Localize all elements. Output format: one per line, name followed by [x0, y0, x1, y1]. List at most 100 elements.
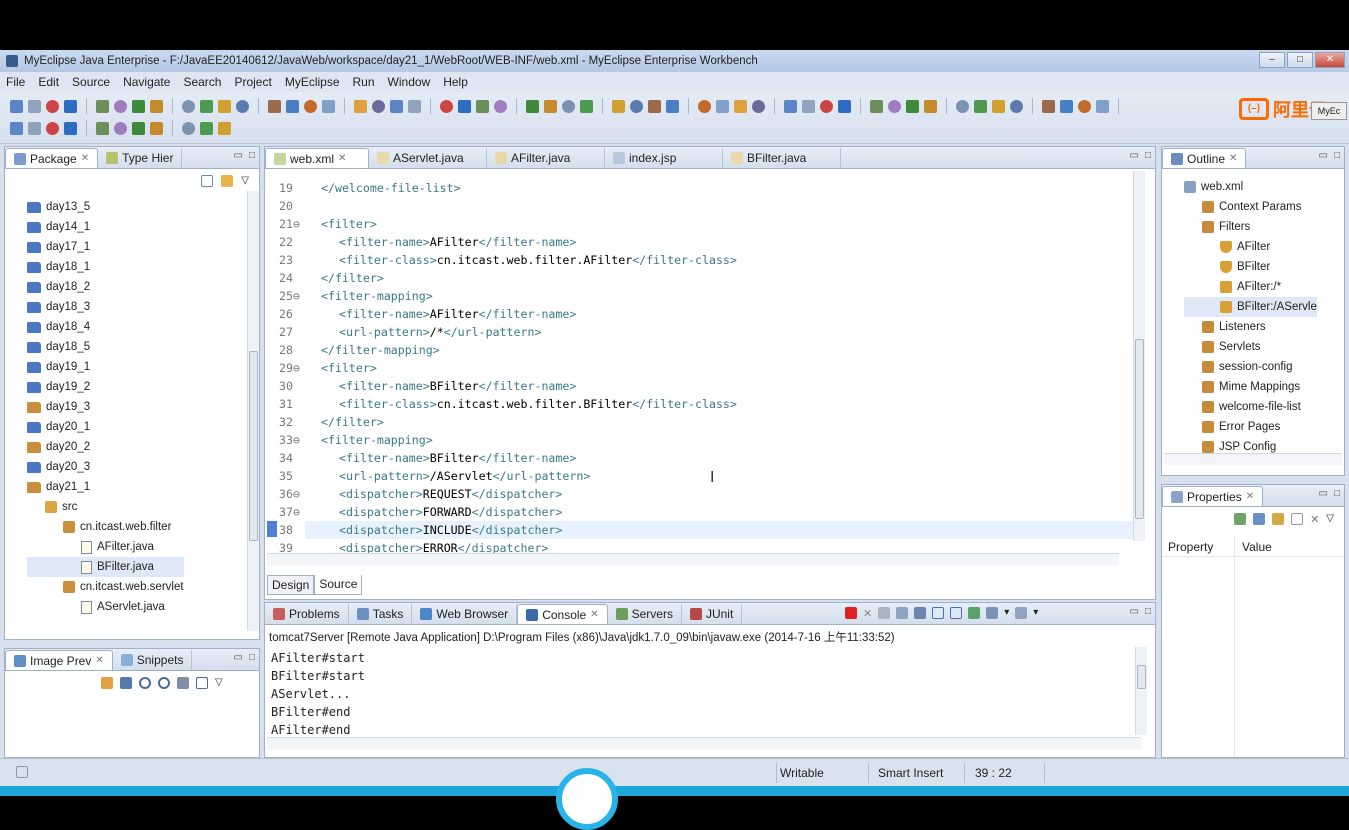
toolbar-row1-tool-41-icon[interactable] [870, 99, 883, 113]
close-tab-icon[interactable]: ✕ [1246, 491, 1254, 502]
toolbar-row1-tool-19-icon[interactable] [390, 99, 403, 113]
outline-item[interactable]: Error Pages [1184, 417, 1317, 437]
toolbar-row1-tool-49-icon[interactable] [1042, 99, 1055, 113]
minimize-view-icon[interactable]: ▭ [234, 652, 243, 663]
remove-launch-icon[interactable]: ✕ [863, 607, 872, 620]
maximize-view-icon[interactable]: □ [249, 652, 255, 663]
property-column-header[interactable]: Property [1168, 540, 1213, 554]
editor-tab-index-jsp[interactable]: index.jsp [605, 148, 723, 168]
toolbar-row1-tool-30-icon[interactable] [630, 99, 643, 113]
tree-item[interactable]: day20_3 [27, 457, 184, 477]
menu-run[interactable]: Run [353, 75, 375, 89]
toolbar-row1-tool-42-icon[interactable] [888, 99, 901, 113]
perspective-badge[interactable]: MyEc [1311, 102, 1347, 120]
toolbar-row1-tool-50-icon[interactable] [1060, 99, 1073, 113]
toolbar-row1-tool-2-icon[interactable] [28, 99, 41, 113]
toolbar-row1-tool-52-icon[interactable] [1096, 99, 1109, 113]
tree-item[interactable]: AFilter.java [27, 537, 184, 557]
toolbar-row1-tool-37-icon[interactable] [784, 99, 797, 113]
tree-item[interactable]: day13_5 [27, 197, 184, 217]
fit-icon[interactable] [120, 677, 132, 689]
categories-icon[interactable] [1253, 513, 1266, 525]
toolbar-row2-tool-6-icon[interactable] [114, 121, 127, 135]
toolbar-row1-tool-45-icon[interactable] [956, 99, 969, 113]
toolbar-row1-tool-38-icon[interactable] [802, 99, 815, 113]
toolbar-row1-tool-48-icon[interactable] [1010, 99, 1023, 113]
view-menu-icon[interactable]: ▽ [215, 677, 223, 689]
toolbar-row2-tool-7-icon[interactable] [132, 121, 145, 135]
toolbar-row1-tool-31-icon[interactable] [648, 99, 661, 113]
toolbar-row1-tool-14-icon[interactable] [286, 99, 299, 113]
close-tab-icon[interactable]: ✕ [590, 609, 598, 620]
display-console-icon[interactable] [986, 607, 999, 619]
editor-tab-aservlet-java[interactable]: AServlet.java [369, 148, 487, 168]
code-area[interactable]: </welcome-file-list> <filter> <filter-name… [321, 179, 737, 557]
tree-item[interactable]: cn.itcast.web.filter [27, 517, 184, 537]
toolbar-row1-tool-18-icon[interactable] [372, 99, 385, 113]
outline-item[interactable]: Filters [1184, 217, 1317, 237]
tree-item[interactable]: day18_4 [27, 317, 184, 337]
value-column-header[interactable]: Value [1242, 540, 1272, 554]
toolbar-row1-tool-20-icon[interactable] [408, 99, 421, 113]
tree-item[interactable]: day14_1 [27, 217, 184, 237]
tree-item[interactable]: src [27, 497, 184, 517]
outline-item[interactable]: BFilter [1184, 257, 1317, 277]
outline-item[interactable]: AFilter:/* [1184, 277, 1317, 297]
toolbar-row2-tool-5-icon[interactable] [96, 121, 109, 135]
maximize-view-icon[interactable]: □ [1334, 488, 1340, 499]
toolbar-row1-tool-29-icon[interactable] [612, 99, 625, 113]
toolbar-row1-tool-33-icon[interactable] [698, 99, 711, 113]
tab-type-hierarchy[interactable]: Type Hier [98, 148, 183, 168]
collapse-all-icon[interactable] [201, 175, 214, 187]
maximize-button[interactable]: □ [1287, 52, 1313, 68]
tree-item[interactable]: day19_1 [27, 357, 184, 377]
editor-tab-bfilter-java[interactable]: BFilter.java [723, 148, 841, 168]
outline-item[interactable]: AFilter [1184, 237, 1317, 257]
toolbar-row1-tool-4-icon[interactable] [64, 99, 77, 113]
toolbar-row1-tool-22-icon[interactable] [458, 99, 471, 113]
toolbar-row1-tool-26-icon[interactable] [544, 99, 557, 113]
clear-console-icon[interactable] [896, 607, 909, 619]
advanced-icon[interactable] [1272, 513, 1285, 525]
close-tab-icon[interactable]: ✕ [95, 655, 103, 666]
tab-outline[interactable]: Outline ✕ [1162, 148, 1247, 168]
scroll-thumb[interactable] [249, 351, 258, 541]
toolbar-row1-tool-46-icon[interactable] [974, 99, 987, 113]
close-button[interactable]: ✕ [1315, 52, 1345, 68]
tab-web-browser[interactable]: Web Browser [412, 604, 518, 624]
tree-item[interactable]: day20_2 [27, 437, 184, 457]
scroll-thumb[interactable] [1137, 665, 1146, 689]
tab-snippets[interactable]: Snippets [113, 650, 193, 670]
toolbar-row1-tool-11-icon[interactable] [218, 99, 231, 113]
minimize-button[interactable]: ‒ [1259, 52, 1285, 68]
tree-item[interactable]: BFilter.java [27, 557, 184, 577]
toolbar-row1-tool-17-icon[interactable] [354, 99, 367, 113]
show-on-error-icon[interactable] [950, 607, 963, 619]
outline-item[interactable]: Servlets [1184, 337, 1317, 357]
toolbar-row1-tool-6-icon[interactable] [114, 99, 127, 113]
restore-icon[interactable] [1291, 513, 1304, 525]
zoom-out-icon[interactable] [139, 677, 151, 689]
terminate-icon[interactable] [845, 607, 857, 619]
toolbar-row1-tool-28-icon[interactable] [580, 99, 593, 113]
menu-search[interactable]: Search [183, 75, 221, 89]
zoom-in-icon[interactable] [158, 677, 170, 689]
close-tab-icon[interactable]: ✕ [81, 153, 89, 164]
toolbar-row1-tool-39-icon[interactable] [820, 99, 833, 113]
toolbar-row1-tool-23-icon[interactable] [476, 99, 489, 113]
toolbar-row1-tool-3-icon[interactable] [46, 99, 59, 113]
minimize-view-icon[interactable]: ▭ [1130, 606, 1139, 617]
editor-tab-afilter-java[interactable]: AFilter.java [487, 148, 605, 168]
tree-item[interactable]: day18_5 [27, 337, 184, 357]
minimize-view-icon[interactable]: ▭ [1319, 150, 1328, 161]
toolbar-row2-tool-10-icon[interactable] [200, 121, 213, 135]
chevron-down-icon[interactable]: ▾ [1004, 607, 1009, 620]
minimize-view-icon[interactable]: ▭ [1130, 150, 1139, 161]
menu-project[interactable]: Project [234, 75, 271, 89]
tree-item[interactable]: day17_1 [27, 237, 184, 257]
outline-hscrollbar[interactable] [1164, 453, 1342, 465]
fast-view-icon[interactable] [16, 766, 28, 778]
outline-item[interactable]: web.xml [1184, 177, 1317, 197]
outline-item[interactable]: welcome-file-list [1184, 397, 1317, 417]
tab-servers[interactable]: Servers [608, 604, 682, 624]
